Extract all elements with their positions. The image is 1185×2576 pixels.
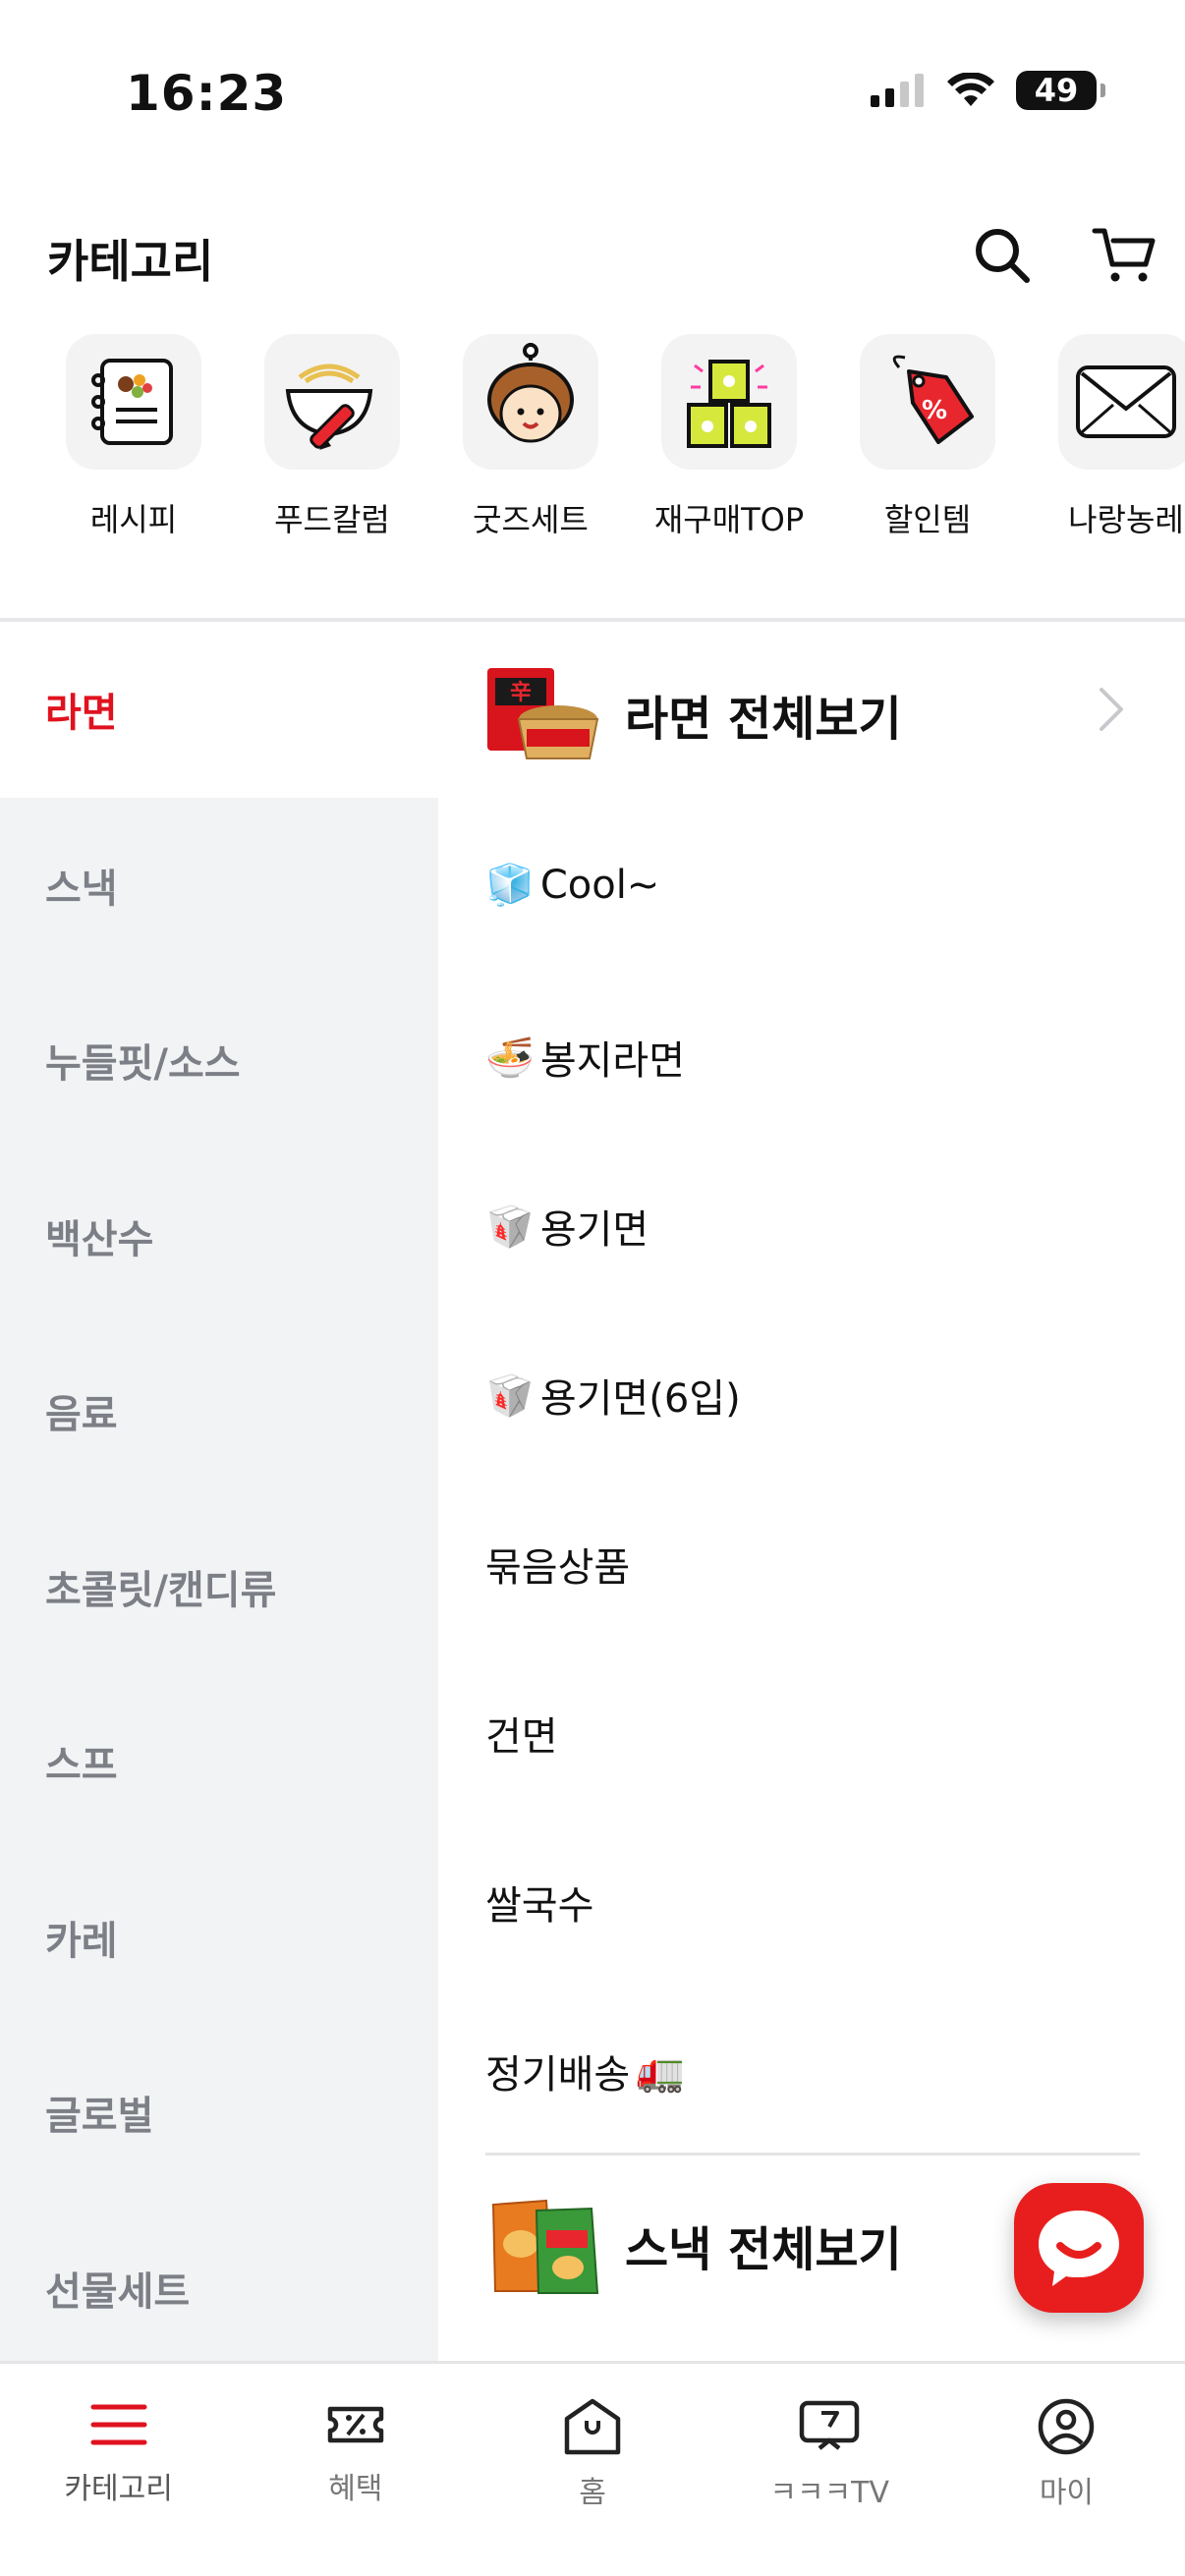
subcategory-cup-noodle[interactable]: 🥡 용기면 [485,1198,649,1255]
envelope-icon [1076,365,1176,438]
quick-category-food-column[interactable]: 푸드칼럼 [234,334,430,540]
ramen-product-image: 辛 [487,668,599,759]
chat-button[interactable] [1014,2183,1144,2313]
nav-label: ㅋㅋㅋTV [769,2476,890,2510]
quick-category-repurchase-top[interactable]: 재구매TOP [631,334,827,540]
chevron-right-icon [1100,688,1123,731]
ice-cube-icon: 🧊 [485,863,535,908]
quick-tile [264,334,400,470]
subcategory-label: 건면 [485,1714,558,1760]
sidebar-item-chocolate-candy[interactable]: 초콜릿/캔디류 [0,1499,438,1675]
nav-tab-my[interactable]: 마이 [948,2364,1185,2576]
header: 카테고리 [0,196,1185,314]
subcategory-label: 묶음상품 [485,1545,631,1591]
sidebar-item-global[interactable]: 글로벌 [0,2025,438,2201]
svg-text:%: % [922,396,947,425]
tv-icon [799,2400,860,2450]
signal-icon [871,74,924,107]
quick-tile: % [860,334,995,470]
discount-tag-icon: % [892,355,974,444]
nav-label: 혜택 [328,2472,383,2506]
page-title: 카테고리 [47,235,214,288]
category-sidebar: 라면 스낵 누들핏/소스 백산수 음료 초콜릿/캔디류 스프 카레 글로벌 선물… [0,622,438,2361]
quick-category-label: 재구매TOP [653,501,805,538]
cart-icon [1092,228,1156,282]
quick-category-label: 굿즈세트 [473,501,589,538]
repurchase-top-icon [687,360,771,448]
nav-tab-tv[interactable]: ㅋㅋㅋTV [711,2364,948,2576]
takeout-box-icon: 🥡 [485,1204,535,1250]
food-column-bowl-icon [285,364,373,450]
quick-category-recipe[interactable]: 레시피 [35,334,232,540]
home-bag-icon [564,2398,621,2455]
subcategory-subscription[interactable]: 정기배송 🚛 [485,2043,685,2100]
snack-product-image [491,2199,599,2294]
search-button[interactable] [965,218,1040,293]
sidebar-item-beverage[interactable]: 음료 [0,1323,438,1499]
quick-category-letter[interactable]: 나랑농레 [1028,334,1185,540]
quick-tile [66,334,201,470]
ramen-view-all-title: 라면 전체보기 [625,692,902,747]
subcategory-cool[interactable]: 🧊 Cool~ [485,862,660,909]
subcategory-label: 용기면(6입) [539,1376,741,1422]
sidebar-item-baeksansu[interactable]: 백산수 [0,1148,438,1324]
quick-tile [463,334,598,470]
sidebar-item-soup[interactable]: 스프 [0,1674,438,1850]
section-divider [485,2153,1140,2156]
profile-icon [1039,2398,1095,2455]
takeout-box-icon: 🥡 [485,1372,535,1419]
subcategory-panel: 辛 라면 전체보기 🧊 Cool~ 🍜 봉지라면 🥡 용기면 🥡 용기면(6입)… [438,622,1185,2361]
quick-category-label: 할인템 [883,501,972,538]
subcategory-dry-noodle[interactable]: 건면 [485,1705,558,1762]
coupon-icon [327,2406,384,2443]
ramen-view-all-link[interactable]: 辛 라면 전체보기 [485,655,1173,773]
status-bar: 16:23 49 [0,0,1185,147]
battery-indicator: 49 [1016,71,1105,110]
quick-category-goods[interactable]: 굿즈세트 [432,334,629,540]
nav-label: 마이 [1039,2476,1095,2510]
sidebar-item-ramen[interactable]: 라면 [0,622,438,798]
delivery-truck-icon: 🚛 [636,2048,686,2095]
sidebar-item-curry[interactable]: 카레 [0,1850,438,2026]
subcategory-label: 봉지라면 [539,1038,686,1084]
quick-tile [661,334,797,470]
status-time: 16:23 [126,65,288,122]
nav-label: 카테고리 [64,2472,173,2506]
quick-category-discount[interactable]: % 할인템 [829,334,1026,540]
subcategory-bundle[interactable]: 묶음상품 [485,1536,630,1593]
goods-character-icon [487,343,574,443]
subcategory-label: 쌀국수 [485,1883,594,1929]
menu-icon [90,2404,147,2445]
sidebar-item-snack[interactable]: 스낵 [0,798,438,974]
subcategory-cup-noodle-6pack[interactable]: 🥡 용기면(6입) [485,1367,741,1424]
nav-label: 홈 [579,2476,606,2510]
chat-bubble-icon [1039,2211,1119,2286]
battery-level: 49 [1034,72,1079,109]
recipe-notebook-icon [91,359,173,445]
quick-category-row: 레시피 푸드칼럼 굿즈세트 재구매TOP % 할인템 나랑농레 [0,334,1185,580]
subcategory-bag-ramen[interactable]: 🍜 봉지라면 [485,1029,685,1086]
sidebar-item-noodlefit-sauce[interactable]: 누들핏/소스 [0,973,438,1148]
subcategory-label: 용기면 [539,1207,649,1253]
quick-category-label: 나랑농레 [1068,501,1184,538]
bottom-navigation: 카테고리 혜택 홈 ㅋㅋㅋTV 마이 [0,2361,1185,2576]
subcategory-label: 정기배송 [485,2052,631,2098]
wifi-icon [947,73,994,106]
quick-category-label: 레시피 [89,501,178,538]
nav-tab-category[interactable]: 카테고리 [0,2364,237,2576]
quick-category-label: 푸드칼럼 [274,501,390,538]
sidebar-item-gift-set[interactable]: 선물세트 [0,2201,438,2377]
subcategory-rice-noodle[interactable]: 쌀국수 [485,1874,593,1931]
status-icons: 49 [871,71,1105,110]
nav-tab-home[interactable]: 홈 [474,2364,710,2576]
quick-tile [1058,334,1185,470]
noodle-bowl-icon: 🍜 [485,1035,535,1081]
snack-view-all-title: 스낵 전체보기 [625,2222,902,2277]
search-icon [976,229,1030,283]
cart-button[interactable] [1087,218,1161,293]
svg-text:辛: 辛 [510,680,532,705]
nav-tab-benefits[interactable]: 혜택 [237,2364,474,2576]
subcategory-label: Cool~ [539,862,660,908]
